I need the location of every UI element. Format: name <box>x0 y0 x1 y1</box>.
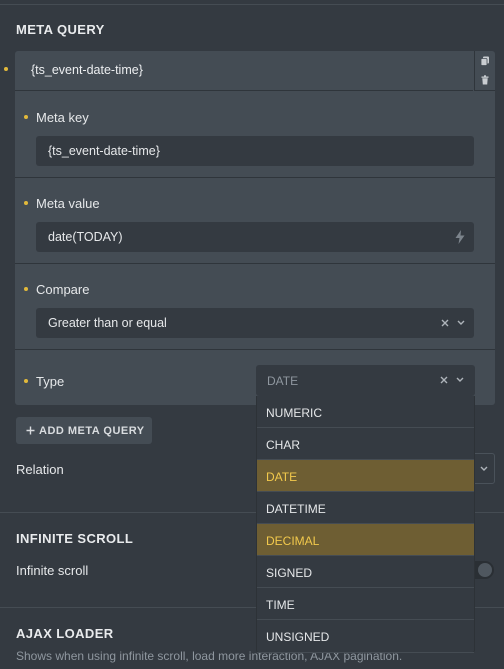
type-option-label: SIGNED <box>266 566 313 580</box>
chevron-down-icon[interactable] <box>456 319 466 327</box>
compare-field: Compare Greater than or equal <box>15 264 495 350</box>
meta-query-item: {ts_event-date-time} Meta key {ts_event-… <box>15 51 495 405</box>
modified-indicator <box>24 287 28 291</box>
clear-icon[interactable] <box>440 318 450 328</box>
meta-value-label: Meta value <box>36 196 100 211</box>
type-option-label: TIME <box>266 598 295 612</box>
type-select[interactable]: DATE <box>256 365 475 396</box>
chevron-down-icon[interactable] <box>455 376 465 384</box>
type-option-label: DATETIME <box>266 502 326 516</box>
type-option-label: UNSIGNED <box>266 630 330 644</box>
type-option-label: CHAR <box>266 438 301 452</box>
type-option-numeric[interactable]: NUMERIC <box>257 396 474 428</box>
type-option-date[interactable]: DATE <box>257 460 474 492</box>
meta-value-value: date(TODAY) <box>48 230 123 244</box>
meta-query-item-header[interactable]: {ts_event-date-time} <box>15 51 473 91</box>
meta-query-title: META QUERY <box>16 22 105 37</box>
modified-indicator <box>24 201 28 205</box>
type-select-placeholder: DATE <box>267 374 299 388</box>
plus-icon <box>26 426 35 435</box>
meta-key-field: Meta key {ts_event-date-time} <box>15 92 495 178</box>
ajax-loader-title: AJAX LOADER <box>16 626 114 641</box>
trash-icon[interactable] <box>480 75 490 85</box>
modified-indicator <box>4 67 8 71</box>
type-dropdown: NUMERIC CHAR DATE DATETIME DECIMAL SIGNED TIME… <box>256 396 475 653</box>
type-option-unsigned[interactable]: UNSIGNED <box>257 620 474 653</box>
chevron-down-icon[interactable] <box>479 465 489 473</box>
bolt-icon[interactable] <box>454 230 466 244</box>
type-label: Type <box>36 374 65 389</box>
clear-icon[interactable] <box>439 375 449 385</box>
relation-label: Relation <box>16 462 64 477</box>
meta-key-label: Meta key <box>36 110 89 125</box>
add-meta-query-label: ADD META QUERY <box>39 425 145 437</box>
infinite-scroll-title: INFINITE SCROLL <box>16 531 134 546</box>
type-option-decimal[interactable]: DECIMAL <box>257 524 474 556</box>
compare-label: Compare <box>36 282 90 297</box>
toggle-knob <box>478 563 492 577</box>
meta-value-field: Meta value date(TODAY) <box>15 178 495 264</box>
copy-icon[interactable] <box>480 56 490 66</box>
item-actions <box>474 51 495 91</box>
meta-key-input[interactable]: {ts_event-date-time} <box>36 136 474 166</box>
type-option-label: NUMERIC <box>266 406 322 420</box>
meta-key-value: {ts_event-date-time} <box>48 144 160 158</box>
modified-indicator <box>24 379 28 383</box>
compare-value: Greater than or equal <box>48 316 167 330</box>
add-meta-query-button[interactable]: ADD META QUERY <box>16 417 152 444</box>
type-option-char[interactable]: CHAR <box>257 428 474 460</box>
type-option-label: DATE <box>266 470 298 484</box>
type-option-label: DECIMAL <box>266 534 320 548</box>
meta-value-input[interactable]: date(TODAY) <box>36 222 474 252</box>
compare-select[interactable]: Greater than or equal <box>36 308 474 338</box>
top-divider <box>0 4 504 5</box>
infinite-scroll-label: Infinite scroll <box>16 563 89 578</box>
type-option-datetime[interactable]: DATETIME <box>257 492 474 524</box>
type-option-time[interactable]: TIME <box>257 588 474 620</box>
type-option-signed[interactable]: SIGNED <box>257 556 474 588</box>
meta-query-item-title: {ts_event-date-time} <box>31 63 143 77</box>
modified-indicator <box>24 115 28 119</box>
